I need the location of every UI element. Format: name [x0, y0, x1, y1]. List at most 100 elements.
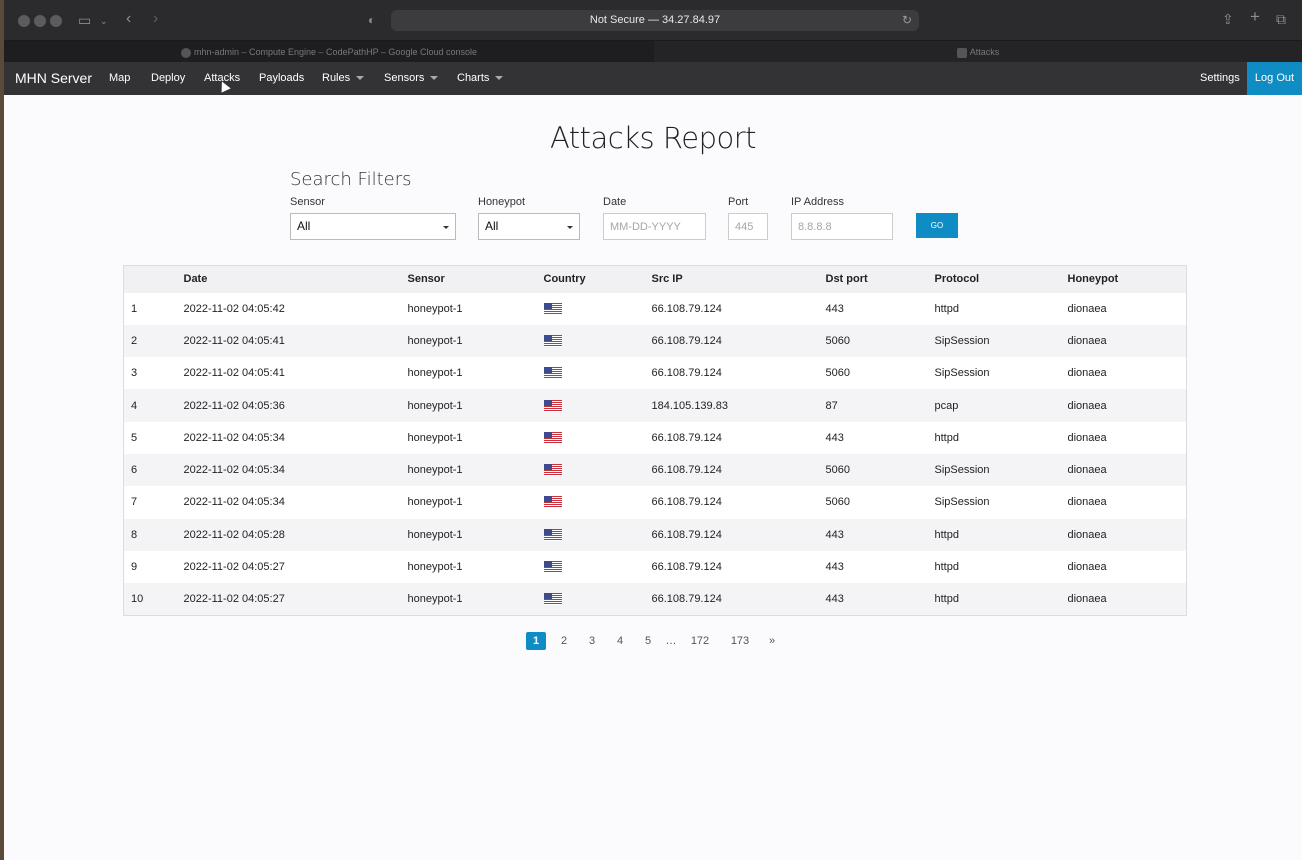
cell-src-ip: 66.108.79.124: [644, 550, 819, 584]
forward-icon[interactable]: ›: [153, 11, 158, 27]
cell-date: 2022-11-02 04:05:41: [176, 357, 401, 390]
cell-date: 2022-11-02 04:05:41: [176, 324, 401, 358]
zoom-window-button[interactable]: [50, 15, 62, 27]
sidebar-icon[interactable]: ▭: [78, 13, 91, 27]
sensor-select-value: All: [297, 219, 311, 233]
cell-src-ip: 66.108.79.124: [644, 357, 819, 390]
cell-protocol: httpd: [927, 421, 1061, 454]
us-flag-icon: [543, 561, 562, 574]
go-button[interactable]: GO: [916, 213, 958, 238]
cell-sensor: honeypot-1: [400, 389, 537, 422]
page-favicon-icon: [956, 47, 967, 58]
cell-protocol: httpd: [927, 518, 1061, 551]
date-input[interactable]: [603, 213, 706, 240]
caret-down-icon: [495, 76, 504, 81]
cell-dst-port: 5060: [818, 486, 928, 519]
shield-icon[interactable]: ◐: [368, 13, 375, 27]
col-header-date: Date: [176, 265, 401, 293]
share-icon[interactable]: ⇪: [1222, 12, 1234, 26]
cell-dst-port: 87: [818, 389, 928, 422]
cell-country: [536, 453, 645, 487]
table-row: 7 2022-11-02 04:05:34 honeypot-1 66.108.79.…: [123, 486, 1187, 519]
cell-date: 2022-11-02 04:05:34: [176, 453, 401, 487]
tab-label: Attacks: [969, 47, 1000, 57]
us-flag-icon: [543, 302, 562, 315]
sensor-select[interactable]: All: [290, 213, 456, 240]
cell-sensor: honeypot-1: [400, 421, 537, 454]
chevron-down-icon[interactable]: ⌄: [100, 14, 108, 28]
cell-country: [536, 550, 645, 584]
cell-country: [536, 357, 645, 390]
page-link-173[interactable]: 173: [728, 632, 752, 650]
nav-charts-label: Charts: [457, 72, 490, 84]
sensor-label: Sensor: [290, 196, 325, 208]
cell-honeypot: dionaea: [1060, 389, 1187, 422]
cell-index: 9: [123, 550, 177, 584]
brand-link[interactable]: MHN Server: [15, 62, 92, 95]
nav-sensors[interactable]: Sensors: [384, 62, 439, 95]
cell-src-ip: 66.108.79.124: [644, 453, 819, 487]
cell-date: 2022-11-02 04:05:34: [176, 421, 401, 454]
table-row: 3 2022-11-02 04:05:41 honeypot-1 66.108.79.…: [123, 357, 1187, 390]
cell-index: 7: [123, 486, 177, 519]
logout-button[interactable]: Log Out: [1247, 62, 1302, 95]
cell-sensor: honeypot-1: [400, 324, 537, 358]
page-link-2[interactable]: 2: [558, 632, 570, 650]
ip-address-input[interactable]: [791, 213, 893, 240]
us-flag-icon: [543, 431, 562, 444]
page-next[interactable]: »: [766, 632, 778, 650]
table-header-row: Date Sensor Country Src IP Dst port Prot…: [123, 265, 1187, 293]
tab-attacks[interactable]: Attacks: [654, 41, 1302, 63]
page-link-1[interactable]: 1: [526, 632, 546, 650]
caret-down-icon: [567, 226, 573, 229]
page-link-172[interactable]: 172: [688, 632, 712, 650]
page-link-3[interactable]: 3: [586, 632, 598, 650]
cell-honeypot: dionaea: [1060, 324, 1187, 358]
cell-dst-port: 443: [818, 583, 928, 616]
table-row: 4 2022-11-02 04:05:36 honeypot-1 184.105.13…: [123, 389, 1187, 422]
table-row: 10 2022-11-02 04:05:27 honeypot-1 66.108.79…: [123, 583, 1187, 616]
tab-overview-icon[interactable]: ⧉: [1276, 12, 1286, 26]
cell-index: 5: [123, 421, 177, 454]
cell-dst-port: 443: [818, 550, 928, 584]
page-link-4[interactable]: 4: [614, 632, 626, 650]
cell-honeypot: dionaea: [1060, 583, 1187, 616]
col-header-honeypot: Honeypot: [1060, 265, 1187, 293]
back-icon[interactable]: ‹: [126, 11, 131, 27]
close-window-button[interactable]: [18, 15, 30, 27]
us-flag-icon: [543, 496, 562, 509]
cell-sensor: honeypot-1: [400, 357, 537, 390]
table-row: 1 2022-11-02 04:05:42 honeypot-1 66.108.79.…: [123, 292, 1187, 325]
page-link-5[interactable]: 5: [642, 632, 654, 650]
caret-down-icon: [430, 76, 439, 81]
nav-deploy[interactable]: Deploy: [151, 62, 185, 95]
cell-honeypot: dionaea: [1060, 292, 1187, 325]
minimize-window-button[interactable]: [34, 15, 46, 27]
cell-country: [536, 389, 645, 422]
nav-charts[interactable]: Charts: [457, 62, 504, 95]
cell-index: 8: [123, 518, 177, 551]
us-flag-icon: [543, 464, 562, 477]
cell-sensor: honeypot-1: [400, 583, 537, 616]
address-bar[interactable]: Not Secure — 34.27.84.97 ↻: [391, 10, 919, 31]
nav-rules[interactable]: Rules: [322, 62, 365, 95]
table-row: 9 2022-11-02 04:05:27 honeypot-1 66.108.79.…: [123, 550, 1187, 584]
col-header-sensor: Sensor: [400, 265, 537, 293]
cell-dst-port: 443: [818, 421, 928, 454]
cell-index: 6: [123, 453, 177, 487]
tab-gcp-console[interactable]: mhn-admin – Compute Engine – CodePathHP …: [4, 41, 654, 63]
honeypot-select[interactable]: All: [478, 213, 580, 240]
port-input[interactable]: [728, 213, 768, 240]
col-header-dst-port: Dst port: [818, 265, 928, 293]
nav-map[interactable]: Map: [109, 62, 130, 95]
page-title: Attacks Report: [549, 121, 757, 155]
cell-src-ip: 66.108.79.124: [644, 486, 819, 519]
nav-payloads[interactable]: Payloads: [259, 62, 304, 95]
nav-settings[interactable]: Settings: [1200, 62, 1240, 95]
reload-icon[interactable]: ↻: [902, 10, 912, 31]
browser-toolbar: ▭ ⌄ ‹ › ◐ Not Secure — 34.27.84.97 ↻ ⇪ +…: [4, 0, 1302, 40]
cell-honeypot: dionaea: [1060, 453, 1187, 487]
new-tab-icon[interactable]: +: [1250, 8, 1260, 25]
cell-dst-port: 5060: [818, 453, 928, 487]
filters-heading: Search Filters: [290, 169, 412, 190]
